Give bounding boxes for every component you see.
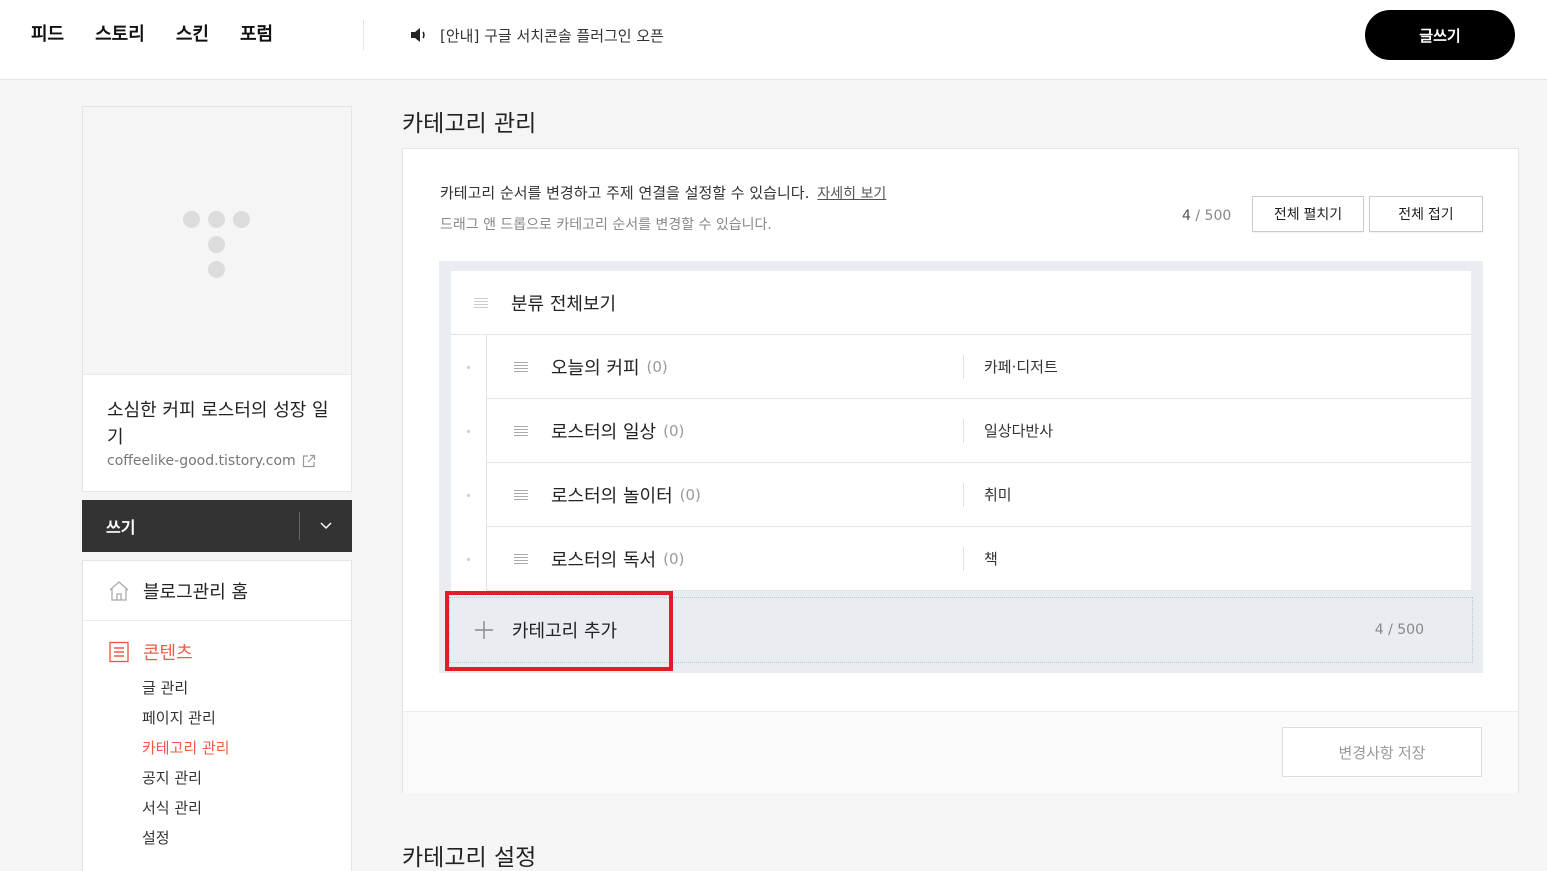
category-count: 4 / 500 — [1182, 208, 1231, 224]
category-count-current: 4 — [1182, 208, 1191, 224]
category-manager-card: 카테고리 순서를 변경하고 주제 연결을 설정할 수 있습니다. 자세히 보기 드… — [402, 148, 1519, 793]
category-all-view[interactable]: 분류 전체보기 — [451, 271, 1471, 335]
page-title: 카테고리 관리 — [402, 111, 537, 137]
notice-banner[interactable]: [안내] 구글 서치콘솔 플러그인 오픈 — [408, 24, 664, 46]
row-bullet — [451, 527, 487, 591]
nav-skin[interactable]: 스킨 — [176, 22, 209, 48]
drag-handle-icon[interactable] — [473, 297, 489, 309]
all-view-label: 분류 전체보기 — [511, 293, 617, 315]
highlight-box — [445, 591, 673, 671]
sidebar-write-button[interactable]: 쓰기 — [82, 514, 299, 538]
drag-handle-icon[interactable] — [513, 425, 529, 437]
row-bullet — [451, 335, 487, 399]
nav-forum[interactable]: 포럼 — [240, 22, 273, 48]
document-icon — [109, 641, 129, 663]
row-bullet — [451, 399, 487, 463]
category-row-body: 로스터의 일상 (0) 일상다반사 — [487, 399, 1471, 463]
speaker-icon — [411, 28, 425, 42]
home-label: 블로그관리 홈 — [143, 581, 249, 603]
category-row[interactable]: 로스터의 놀이터 (0) 취미 — [451, 463, 1471, 527]
section-label: 콘텐츠 — [143, 643, 193, 664]
sidebar-item-home[interactable]: 블로그관리 홈 — [83, 561, 351, 621]
category-row[interactable]: 오늘의 커피 (0) 카페·디저트 — [451, 335, 1471, 399]
write-dropdown-toggle[interactable] — [300, 500, 352, 552]
category-name: 오늘의 커피 — [551, 357, 640, 379]
topic-divider — [963, 547, 964, 571]
collapse-all-button[interactable]: 전체 접기 — [1369, 196, 1483, 232]
category-post-count: (0) — [646, 357, 668, 376]
drag-handle-icon[interactable] — [513, 553, 529, 565]
row-bullet — [451, 463, 487, 527]
description: 카테고리 순서를 변경하고 주제 연결을 설정할 수 있습니다. 자세히 보기 — [440, 182, 886, 203]
category-row-body: 오늘의 커피 (0) 카페·디저트 — [487, 335, 1471, 399]
category-row-body: 로스터의 놀이터 (0) 취미 — [487, 463, 1471, 527]
category-name: 로스터의 독서 — [551, 549, 657, 571]
blog-profile-card: 소심한 커피 로스터의 성장 일기 coffeelike-good.tistor… — [82, 106, 352, 492]
card-footer: 변경사항 저장 — [403, 711, 1518, 793]
sidebar-section-contents[interactable]: 콘텐츠 — [83, 639, 351, 665]
sidebar-menu: 블로그관리 홈 콘텐츠 글 관리 페이지 관리 카테고리 관리 공지 관리 서식… — [82, 560, 352, 871]
header-divider — [363, 20, 364, 50]
expand-all-button[interactable]: 전체 펼치기 — [1252, 196, 1364, 232]
sidebar-item-pages[interactable]: 페이지 관리 — [142, 703, 351, 733]
topic-divider — [963, 483, 964, 507]
category-post-count: (0) — [679, 485, 701, 504]
sidebar-item-notices[interactable]: 공지 관리 — [142, 763, 351, 793]
category-row[interactable]: 로스터의 일상 (0) 일상다반사 — [451, 399, 1471, 463]
drag-handle-icon[interactable] — [513, 361, 529, 373]
top-nav: 피드 스토리 스킨 포럼 — [31, 22, 304, 48]
contents-submenu: 글 관리 페이지 관리 카테고리 관리 공지 관리 서식 관리 설정 — [83, 673, 351, 853]
category-topic[interactable]: 취미 — [984, 484, 1012, 505]
sidebar-item-posts[interactable]: 글 관리 — [142, 673, 351, 703]
sidebar-item-categories[interactable]: 카테고리 관리 — [142, 733, 351, 763]
home-icon — [109, 580, 129, 601]
sidebar-write-bar: 쓰기 — [82, 500, 352, 552]
chevron-down-icon — [320, 522, 332, 530]
add-category-count: 4 / 500 — [1374, 622, 1424, 638]
category-row-body: 로스터의 독서 (0) 책 — [487, 527, 1471, 591]
category-post-count: (0) — [663, 421, 685, 440]
sidebar-item-templates[interactable]: 서식 관리 — [142, 793, 351, 823]
topic-divider — [963, 355, 964, 379]
category-post-count: (0) — [663, 549, 685, 568]
category-count-max: / 500 — [1190, 208, 1232, 224]
category-name: 로스터의 놀이터 — [551, 485, 673, 507]
category-topic[interactable]: 책 — [984, 548, 998, 569]
save-changes-button[interactable]: 변경사항 저장 — [1282, 727, 1482, 777]
nav-feed[interactable]: 피드 — [31, 22, 64, 48]
category-topic[interactable]: 카페·디저트 — [984, 356, 1058, 377]
external-link-icon — [302, 454, 315, 468]
blog-name: 소심한 커피 로스터의 성장 일기 — [107, 400, 329, 448]
description-text: 카테고리 순서를 변경하고 주제 연결을 설정할 수 있습니다. — [440, 184, 810, 202]
drag-hint: 드래그 앤 드롭으로 카테고리 순서를 변경할 수 있습니다. — [440, 217, 772, 233]
nav-story[interactable]: 스토리 — [95, 22, 145, 48]
blog-logo — [83, 107, 351, 375]
category-row[interactable]: 로스터의 독서 (0) 책 — [451, 527, 1471, 591]
category-name: 로스터의 일상 — [551, 421, 657, 443]
notice-text: [안내] 구글 서치콘솔 플러그인 오픈 — [440, 26, 664, 45]
blog-url-text: coffeelike-good.tistory.com — [107, 453, 296, 469]
write-post-button[interactable]: 글쓰기 — [1365, 10, 1515, 60]
category-topic[interactable]: 일상다반사 — [984, 420, 1053, 441]
sidebar-item-settings[interactable]: 설정 — [142, 823, 351, 853]
top-header: 피드 스토리 스킨 포럼 [안내] 구글 서치콘솔 플러그인 오픈 글쓰기 — [0, 0, 1547, 80]
blog-url-link[interactable]: coffeelike-good.tistory.com — [107, 453, 316, 469]
section-title-category-settings: 카테고리 설정 — [402, 845, 537, 871]
learn-more-link[interactable]: 자세히 보기 — [817, 186, 886, 202]
drag-handle-icon[interactable] — [513, 489, 529, 501]
topic-divider — [963, 419, 964, 443]
